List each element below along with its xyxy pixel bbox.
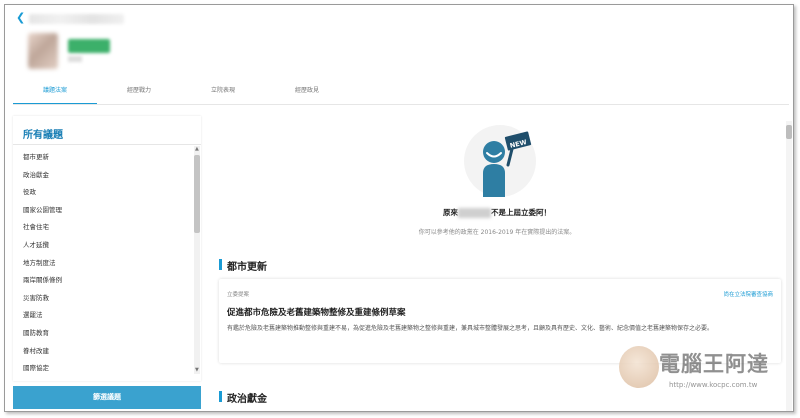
section-title-urban-renewal: 都市更新 [219,258,267,273]
scroll-down-icon[interactable]: ▼ [195,368,199,373]
hero-title-prefix: 原來 [443,208,458,217]
scroll-up-icon[interactable]: ▲ [195,147,199,152]
sidebar-item-urban-renewal[interactable]: 都市更新 [23,151,62,169]
main-scroll-thumb[interactable] [786,125,792,139]
issue-sidebar: 所有議題 都市更新 政治獻金 役政 國家公園管理 社會住宅 人才延攬 地方制度法… [13,116,201,381]
sidebar-item-defense-education[interactable]: 國防教育 [23,327,62,345]
sidebar-item-military-service[interactable]: 役政 [23,186,62,204]
hero-subtitle: 你可以參考他的政黨在 2016-2019 年在實際提出的法案。 [418,229,576,236]
watermark: 電腦王阿達 http://www.kocpc.com.tw [609,342,793,398]
sidebar-item-military-village[interactable]: 眷村改建 [23,345,62,363]
tab-bar: 議題法案 經歷戰力 立院表現 經歷政見 [13,83,349,105]
app-window: ❮ 議題法案 經歷戰力 立院表現 經歷政見 所有議題 都市更新 政治獻金 役政 … [4,4,794,412]
sidebar-item-political-donations[interactable]: 政治獻金 [23,169,62,187]
sidebar-item-talent-recruitment[interactable]: 人才延攬 [23,239,62,257]
sidebar-title: 所有議題 [23,130,63,141]
section-title-political-donations: 政治獻金 [219,390,267,405]
filter-issues-button[interactable]: 篩選議題 [13,386,201,409]
tab-experience[interactable]: 經歷戰力 [97,83,181,105]
bill-status-link[interactable]: 尚在立法院審查協商 [723,290,773,298]
watermark-url: http://www.kocpc.com.tw [669,381,758,389]
sidebar-divider [13,144,201,145]
new-legislator-illustration-icon: NEW [483,131,532,197]
blurred-party-subtext [68,56,82,62]
bill-title[interactable]: 促進都市危險及老舊建築物整修及重建條例草案 [227,306,406,318]
sidebar-item-disaster-prevention[interactable]: 災害防救 [23,292,62,310]
blurred-legislator-name [29,14,124,24]
bill-description: 有鑑於危險及老舊建築物推動整修與重建不易，為促進危險及老舊建築物之整修與重建，兼… [227,325,714,332]
bill-tag: 立委提案 [227,292,250,298]
blurred-legislator-name [458,208,491,218]
tab-divider [13,104,789,105]
watermark-mascot-icon [619,346,659,388]
hero-title-suffix: 不是上屆立委阿！ [491,208,551,217]
sidebar-item-recall-act[interactable]: 選罷法 [23,309,62,327]
sidebar-item-local-government-act[interactable]: 地方制度法 [23,257,62,275]
sidebar-scroll-thumb[interactable] [194,155,200,233]
sidebar-item-national-park[interactable]: 國家公園管理 [23,204,62,222]
sidebar-scrollbar[interactable]: ▲ ▼ [194,146,200,374]
issue-list: 都市更新 政治獻金 役政 國家公園管理 社會住宅 人才延攬 地方制度法 兩岸關係… [23,151,62,380]
tab-platform[interactable]: 經歷政見 [265,83,349,105]
watermark-text: 電腦王阿達 [659,352,769,376]
tab-legislative-performance[interactable]: 立院表現 [181,83,265,105]
avatar [28,33,58,69]
sidebar-item-social-housing[interactable]: 社會住宅 [23,221,62,239]
chevron-left-icon[interactable]: ❮ [16,12,26,24]
tab-bills[interactable]: 議題法案 [13,83,97,105]
sidebar-item-international-agreements[interactable]: 國際協定 [23,362,62,380]
blurred-party-badge [68,39,110,53]
sidebar-item-cross-strait-act[interactable]: 兩岸關係條例 [23,274,62,292]
hero-title: 原來 不是上屆立委阿！ [210,207,784,218]
